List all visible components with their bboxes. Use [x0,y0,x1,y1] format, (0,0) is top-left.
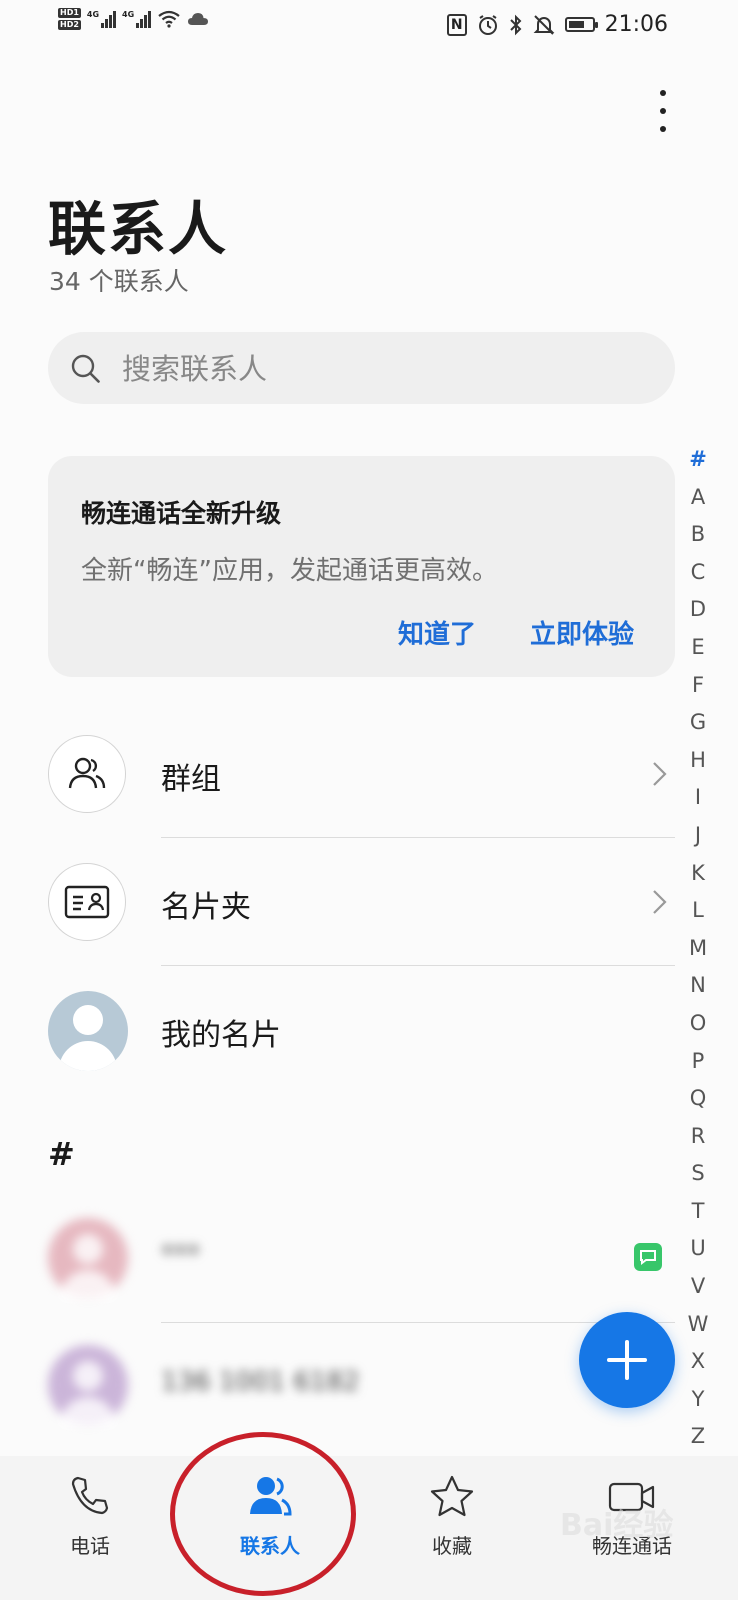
index-letter[interactable]: N [690,967,706,1005]
hd-badges: HD1 HD2 [58,8,81,30]
meetime-upgrade-banner: 畅连通话全新升级 全新“畅连”应用，发起通话更高效。 知道了 立即体验 [48,456,675,677]
index-letter[interactable]: U [690,1230,705,1268]
hd1-badge: HD1 [58,8,81,18]
nfc-icon: N [446,13,467,36]
tab-phone-label: 电话 [70,1534,110,1558]
contact-name: 136 1001 6182 [161,1367,360,1397]
tab-favorites-label: 收藏 [432,1534,472,1558]
bluetooth-icon [509,14,522,35]
index-letter[interactable]: H [690,742,706,780]
index-letter[interactable]: L [692,892,704,930]
avatar [48,1345,128,1427]
index-letter[interactable]: E [691,629,704,667]
banner-description: 全新“畅连”应用，发起通话更高效。 [81,556,498,586]
avatar [48,1218,128,1300]
status-right: N 21:06 [446,12,668,37]
index-letter[interactable]: X [691,1343,705,1381]
index-letter[interactable]: C [691,554,706,592]
index-letter[interactable]: I [695,779,701,817]
mute-icon [533,14,555,35]
more-options-icon[interactable] [645,88,681,134]
index-letter[interactable]: S [691,1155,704,1193]
index-letter[interactable]: Q [690,1080,707,1118]
index-letter[interactable]: W [688,1306,709,1344]
index-letter[interactable]: V [691,1268,705,1306]
alarm-icon [478,14,497,35]
index-letter[interactable]: B [691,516,705,554]
index-letter[interactable]: G [690,704,706,742]
tab-favorites[interactable]: 收藏 [382,1456,522,1600]
contact-count: 34 个联系人 [49,267,189,296]
alphabet-index[interactable]: # A B C D E F G H I J K L M N O P Q R S T U V W X Y Z [684,441,712,1456]
status-left: HD1 HD2 4G 4G [58,8,209,30]
index-letter[interactable]: K [691,855,705,893]
divider [161,965,675,966]
dismiss-button[interactable]: 知道了 [398,614,476,651]
try-now-button[interactable]: 立即体验 [530,614,634,651]
add-contact-button[interactable] [579,1312,675,1408]
chevron-right-icon [653,762,667,786]
index-letter[interactable]: T [692,1193,705,1231]
page-title: 联系人 [48,195,229,263]
business-card-icon [48,863,126,941]
index-letter[interactable]: # [689,441,707,479]
index-letter[interactable]: P [692,1043,705,1081]
index-letter[interactable]: Y [692,1381,705,1419]
battery-icon [564,17,598,32]
index-letter[interactable]: J [695,817,701,855]
index-letter[interactable]: A [691,479,705,517]
groups-icon [48,735,126,813]
banner-title: 畅连通话全新升级 [81,499,282,528]
watermark: Bai经验 [560,1508,674,1543]
contact-name: *** [161,1240,200,1270]
avatar [48,991,128,1071]
my-card-label: 我的名片 [161,1018,281,1053]
search-bar[interactable] [48,332,675,404]
status-bar: HD1 HD2 4G 4G N 21:06 [0,0,738,58]
section-header: # [48,1135,75,1173]
my-card-row[interactable]: 我的名片 [48,991,675,1119]
chevron-right-icon [653,890,667,914]
wifi-icon [158,10,180,28]
signal-2-icon: 4G [122,10,152,28]
search-input[interactable] [120,346,644,392]
annotation-circle [170,1432,356,1596]
index-letter[interactable]: F [692,667,704,705]
index-letter[interactable]: O [690,1005,707,1043]
index-letter[interactable]: Z [691,1418,705,1456]
signal-icon: 4G [87,10,117,28]
star-icon [430,1475,474,1517]
cloud-icon [188,13,209,25]
business-cards-row[interactable]: 名片夹 [48,863,675,991]
index-letter[interactable]: M [689,930,707,968]
business-cards-label: 名片夹 [161,890,251,925]
search-icon [71,354,100,383]
groups-label: 群组 [161,762,221,797]
contact-row[interactable]: *** [48,1218,675,1308]
index-letter[interactable]: D [690,591,706,629]
phone-icon [71,1476,109,1515]
divider [161,837,675,838]
hd2-badge: HD2 [58,20,81,30]
clock: 21:06 [604,12,668,37]
message-icon[interactable] [634,1243,662,1271]
tab-phone[interactable]: 电话 [20,1456,160,1600]
groups-row[interactable]: 群组 [48,735,675,863]
index-letter[interactable]: R [691,1118,706,1156]
